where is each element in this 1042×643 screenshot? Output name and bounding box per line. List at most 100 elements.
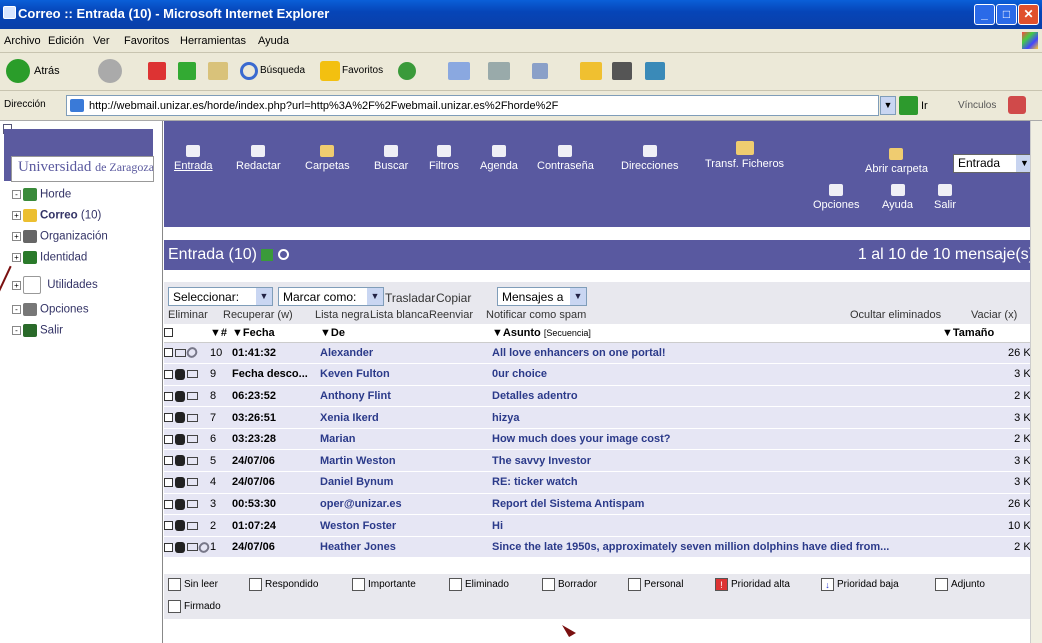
messages-to-dropdown[interactable]: Mensajes a ▼ bbox=[497, 287, 587, 306]
address-input[interactable]: http://webmail.unizar.es/horde/index.php… bbox=[66, 95, 879, 116]
sidebar-item-horde[interactable]: - Horde bbox=[12, 188, 71, 201]
recover-link[interactable]: Recuperar (w) bbox=[223, 309, 293, 321]
expand-icon[interactable]: + bbox=[12, 280, 21, 290]
msg-from[interactable]: Daniel Bynum bbox=[320, 471, 492, 494]
table-row[interactable]: 10 01:41:32 Alexander All love enhancers on… bbox=[164, 342, 1042, 365]
sidebar-item-organizacion[interactable]: + Organización bbox=[12, 230, 108, 243]
hide-deleted-link[interactable]: Ocultar eliminados bbox=[850, 309, 941, 321]
folder-select[interactable]: Entrada ▼ bbox=[953, 154, 1034, 173]
nav-transf-ficheros[interactable]: Transf. Ficheros bbox=[705, 141, 784, 170]
date-header[interactable]: ▼Fecha bbox=[232, 324, 320, 343]
size-header[interactable]: ▼Tamaño bbox=[942, 324, 1042, 343]
links-toolbar-icon[interactable] bbox=[1008, 96, 1026, 114]
menu-ayuda[interactable]: Ayuda bbox=[258, 35, 289, 47]
folder-icon[interactable] bbox=[580, 62, 602, 80]
msg-from[interactable]: Heather Jones bbox=[320, 536, 492, 559]
row-checkbox[interactable] bbox=[164, 348, 173, 358]
back-arrow-icon[interactable] bbox=[6, 59, 30, 83]
move-link[interactable]: Trasladar bbox=[385, 291, 435, 305]
collapse-icon[interactable]: - bbox=[12, 190, 21, 199]
row-checkbox[interactable] bbox=[164, 456, 173, 466]
row-checkbox[interactable] bbox=[164, 542, 173, 552]
table-row[interactable]: 8 06:23:52 Anthony Flint Detalles adentro 2 … bbox=[164, 385, 1042, 408]
row-checkbox[interactable] bbox=[164, 369, 173, 379]
favorites-button[interactable]: Favoritos bbox=[342, 65, 383, 76]
menu-herramientas[interactable]: Herramientas bbox=[180, 35, 246, 47]
edit-icon[interactable] bbox=[532, 63, 548, 79]
print-icon[interactable] bbox=[488, 62, 510, 80]
table-row[interactable]: 9 Fecha desco... Keven Fulton 0ur choice 3 K… bbox=[164, 363, 1042, 386]
row-checkbox[interactable] bbox=[164, 434, 173, 444]
msg-from[interactable]: Weston Foster bbox=[320, 514, 492, 537]
msg-subject[interactable]: The savvy Investor bbox=[492, 449, 942, 473]
msg-from[interactable]: Marian bbox=[320, 428, 492, 451]
sidebar-item-utilidades[interactable]: + Utilidades bbox=[12, 276, 98, 294]
delete-link[interactable]: Eliminar bbox=[168, 309, 208, 321]
msg-from[interactable]: Keven Fulton bbox=[320, 363, 492, 386]
home-icon[interactable] bbox=[208, 62, 228, 80]
table-row[interactable]: 6 03:23:28 Marian How much does your image … bbox=[164, 428, 1042, 451]
expand-icon[interactable]: + bbox=[12, 211, 21, 220]
table-row[interactable]: 7 03:26:51 Xenia Ikerd hizya 3 KB bbox=[164, 406, 1042, 429]
collapse-icon[interactable]: - bbox=[12, 326, 21, 335]
msg-from[interactable]: Martin Weston bbox=[320, 449, 492, 473]
select-all-header[interactable] bbox=[164, 324, 210, 343]
copy-link[interactable]: Copiar bbox=[436, 291, 471, 305]
nav-opciones[interactable]: Opciones bbox=[813, 184, 859, 211]
msg-from[interactable]: Xenia Ikerd bbox=[320, 406, 492, 429]
expand-icon[interactable]: + bbox=[12, 253, 21, 262]
menu-ver[interactable]: Ver bbox=[93, 35, 110, 47]
mail-icon[interactable] bbox=[448, 62, 470, 80]
table-row[interactable]: 2 01:07:24 Weston Foster Hi 10 KB bbox=[164, 514, 1042, 537]
msg-subject[interactable]: All love enhancers on one portal! bbox=[492, 342, 942, 365]
maximize-button[interactable]: □ bbox=[996, 4, 1017, 25]
expand-icon[interactable]: + bbox=[12, 232, 21, 241]
messenger-icon[interactable] bbox=[645, 62, 665, 80]
vertical-scrollbar[interactable] bbox=[1030, 121, 1042, 643]
table-row[interactable]: 1 24/07/06 Heather Jones Since the late 195… bbox=[164, 536, 1042, 559]
research-icon[interactable] bbox=[612, 62, 632, 80]
msg-subject[interactable]: RE: ticker watch bbox=[492, 471, 942, 494]
back-button[interactable]: Atrás bbox=[34, 65, 60, 77]
refresh-icon[interactable] bbox=[261, 248, 274, 261]
row-checkbox[interactable] bbox=[164, 391, 173, 401]
msg-subject[interactable]: Hi bbox=[492, 514, 942, 537]
nav-buscar[interactable]: Buscar bbox=[374, 145, 408, 172]
close-button[interactable]: ✕ bbox=[1018, 4, 1039, 25]
go-arrow-icon[interactable] bbox=[899, 96, 918, 115]
msg-subject[interactable]: hizya bbox=[492, 406, 942, 429]
row-checkbox[interactable] bbox=[164, 521, 173, 531]
table-row[interactable]: 3 00:53:30 oper@unizar.es Report del Sistem… bbox=[164, 493, 1042, 516]
whitelist-link[interactable]: Lista blanca bbox=[370, 309, 429, 321]
go-button[interactable]: Ir bbox=[921, 100, 928, 112]
search-button[interactable]: Búsqueda bbox=[260, 65, 305, 76]
nav-entrada[interactable]: Entrada bbox=[174, 145, 213, 172]
msg-subject[interactable]: How much does your image cost? bbox=[492, 428, 942, 451]
msg-subject[interactable]: Since the late 1950s, approximately seve… bbox=[492, 536, 942, 559]
msg-from[interactable]: Alexander bbox=[320, 342, 492, 365]
nav-contrasena[interactable]: Contraseña bbox=[537, 145, 594, 172]
msg-subject[interactable]: Report del Sistema Antispam bbox=[492, 493, 942, 516]
nav-salir[interactable]: Salir bbox=[934, 184, 956, 211]
num-header[interactable]: ▼# bbox=[210, 324, 232, 343]
msg-subject[interactable]: Detalles adentro bbox=[492, 385, 942, 408]
from-header[interactable]: ▼De bbox=[320, 324, 492, 343]
nav-carpetas[interactable]: Carpetas bbox=[305, 145, 350, 172]
table-row[interactable]: 4 24/07/06 Daniel Bynum RE: ticker watch 3 K… bbox=[164, 471, 1042, 494]
address-dropdown-icon[interactable]: ▼ bbox=[880, 96, 896, 115]
sidebar-item-opciones[interactable]: - Opciones bbox=[12, 303, 89, 316]
star-icon[interactable] bbox=[320, 61, 340, 81]
forward-arrow-icon[interactable] bbox=[98, 59, 122, 83]
select-all-checkbox[interactable] bbox=[164, 328, 173, 338]
search-icon[interactable] bbox=[240, 62, 258, 80]
msg-from[interactable]: Anthony Flint bbox=[320, 385, 492, 408]
nav-ayuda[interactable]: Ayuda bbox=[882, 184, 913, 211]
nav-agenda[interactable]: Agenda bbox=[480, 145, 518, 172]
history-icon[interactable] bbox=[398, 62, 416, 80]
msg-from[interactable]: oper@unizar.es bbox=[320, 493, 492, 516]
menu-edicion[interactable]: Edición bbox=[48, 35, 84, 47]
open-folder-link[interactable]: Abrir carpeta bbox=[865, 148, 928, 175]
empty-link[interactable]: Vaciar (x) bbox=[971, 309, 1017, 321]
select-dropdown[interactable]: Seleccionar: ▼ bbox=[168, 287, 273, 306]
refresh-icon[interactable] bbox=[178, 62, 196, 80]
